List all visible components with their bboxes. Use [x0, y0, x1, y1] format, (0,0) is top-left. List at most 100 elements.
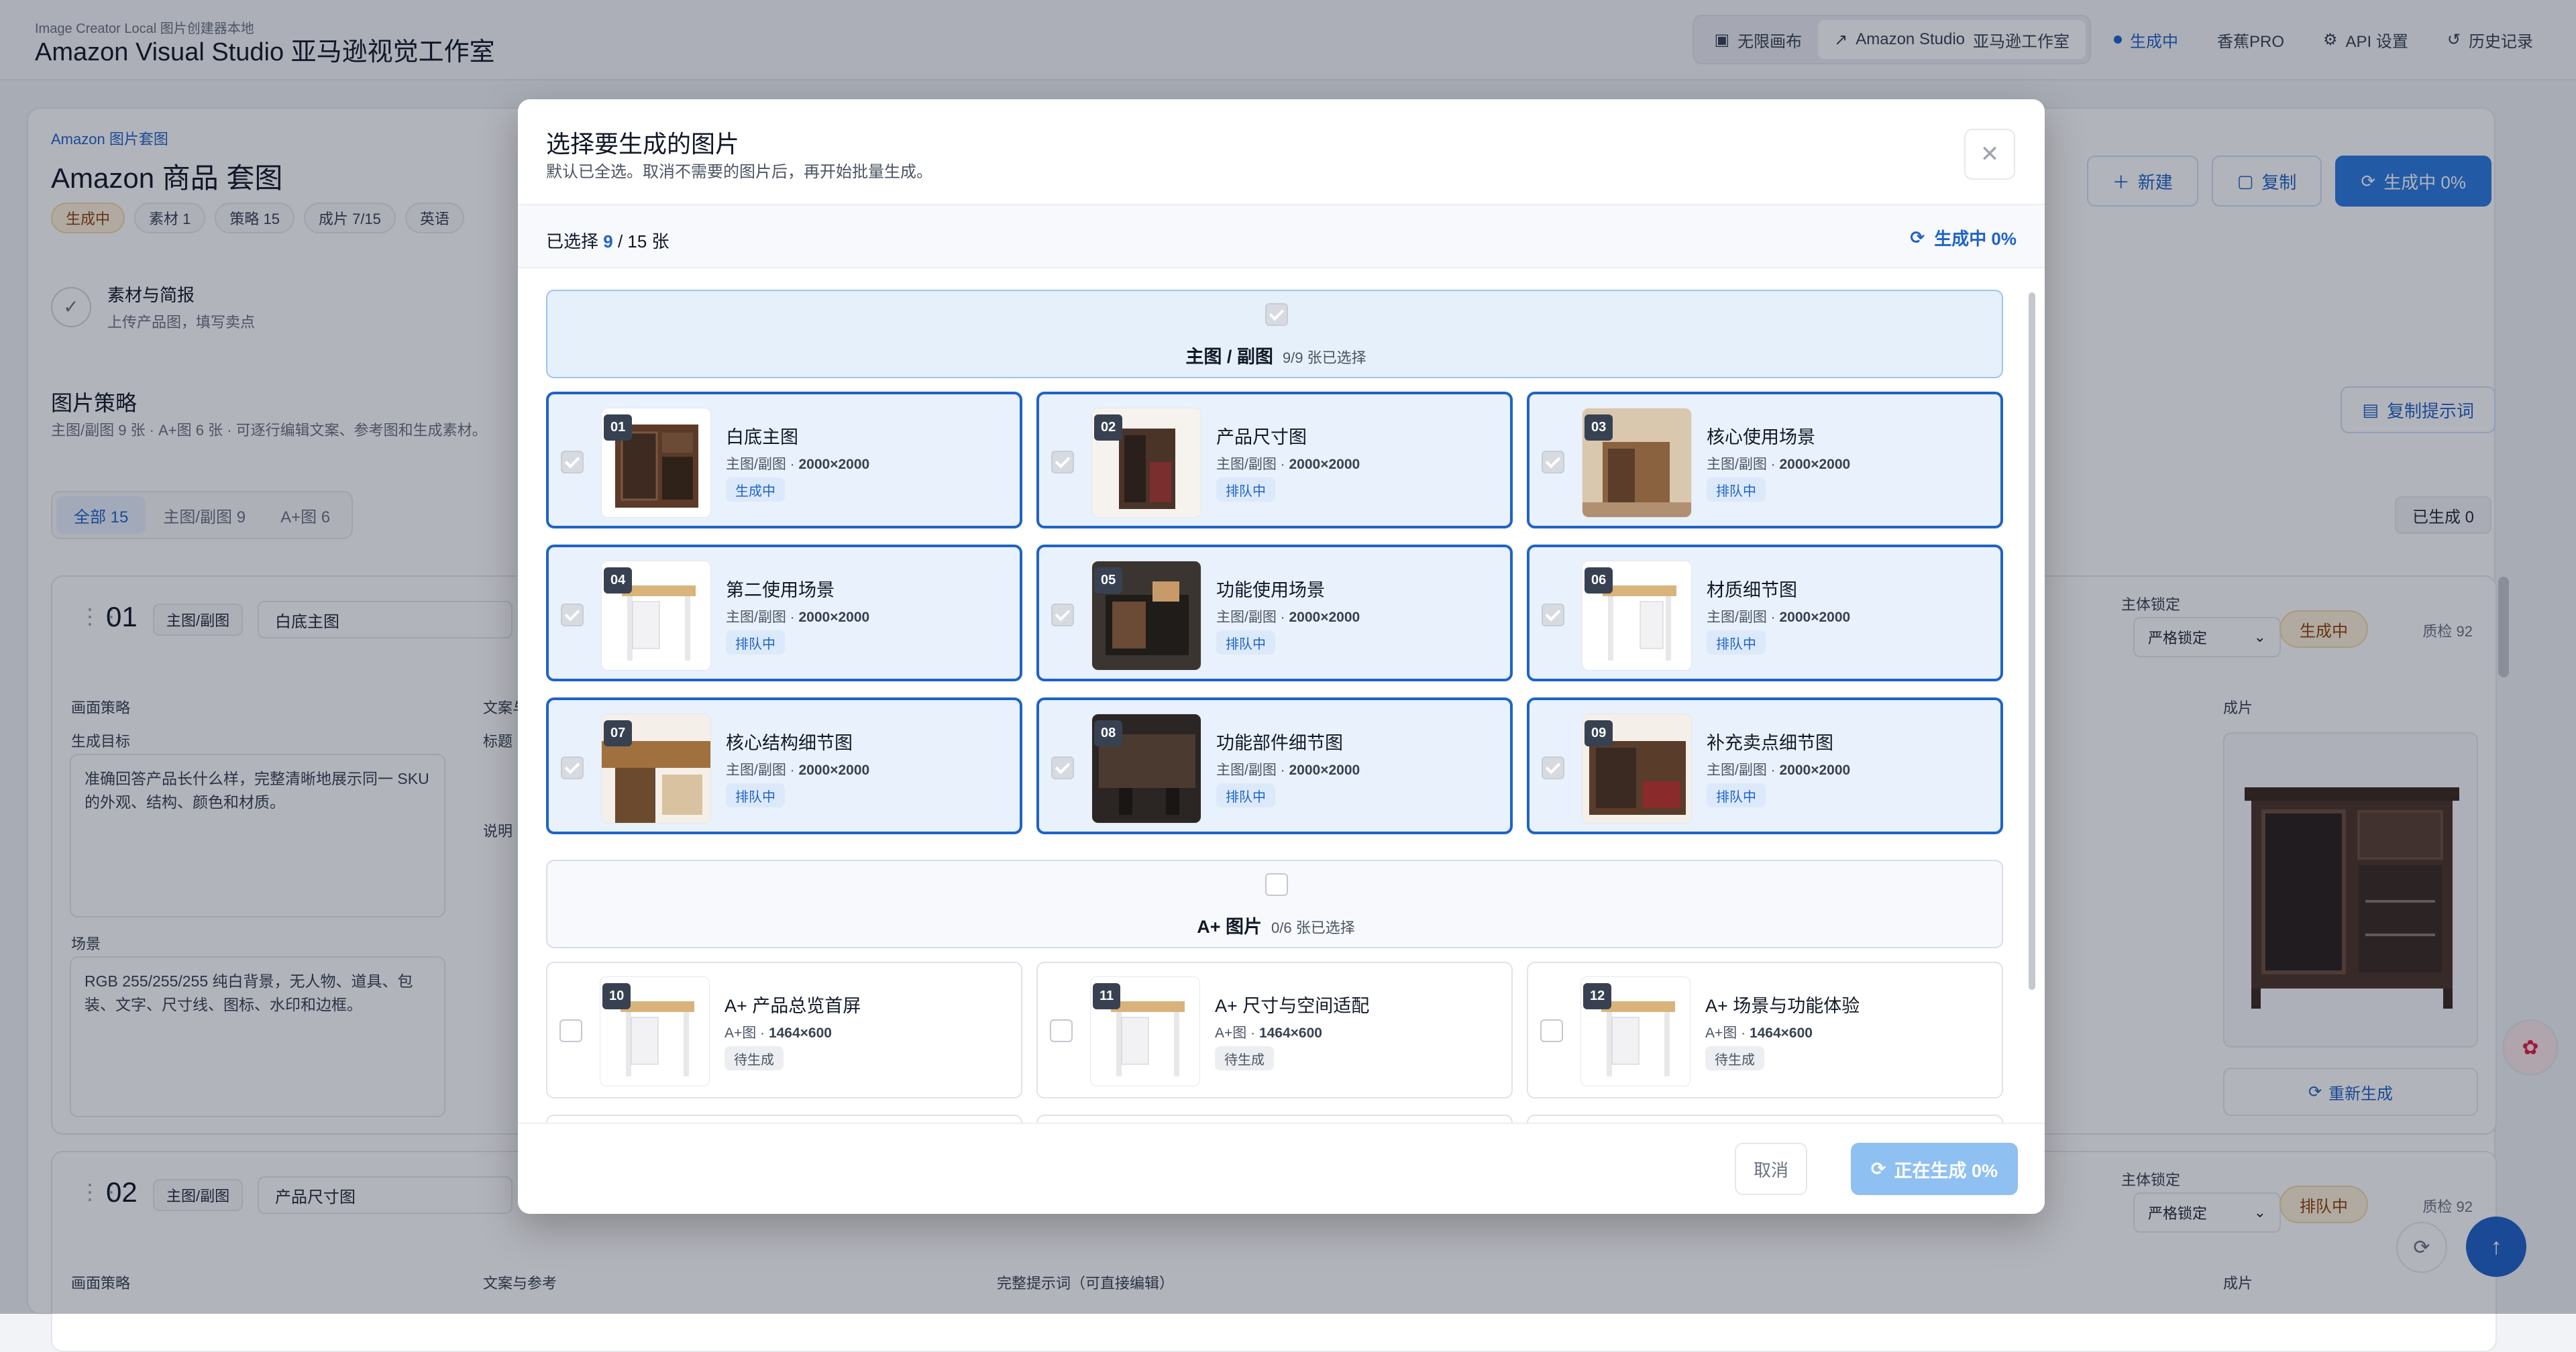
- image-item-05[interactable]: 05 功能使用场景 主图/副图 · 2000×2000 排队中: [1036, 545, 1513, 681]
- image-item-12[interactable]: 12 A+ 场景与功能体验 A+图 · 1464×600 待生成: [1527, 962, 2003, 1098]
- item-status-badge: 待生成: [1705, 1046, 1764, 1070]
- image-item-06[interactable]: 06 材质细节图 主图/副图 · 2000×2000 排队中: [1527, 545, 2003, 681]
- start-generation-label: 正在生成 0%: [1894, 1160, 1998, 1181]
- group-aplus-count: 0/6 张已选择: [1271, 919, 1355, 936]
- item-name: A+ 产品总览首屏: [724, 996, 861, 1016]
- dialog-body: 主图 / 副图 9/9 张已选择 01 白底主图 主图/副图 · 2000×200…: [546, 290, 2006, 1214]
- image-item-01[interactable]: 01 白底主图 主图/副图 · 2000×2000 生成中: [546, 392, 1022, 528]
- item-number: 11: [1093, 983, 1121, 1009]
- item-checkbox[interactable]: [1542, 604, 1564, 626]
- dialog-scrollbar[interactable]: [2029, 279, 2035, 1214]
- item-checkbox[interactable]: [561, 604, 584, 626]
- item-meta-type: 主图/副图 ·: [726, 763, 799, 778]
- item-status-badge: 排队中: [1707, 783, 1766, 807]
- item-meta: 主图/副图 · 2000×2000: [726, 759, 869, 779]
- item-checkbox[interactable]: [1542, 451, 1564, 473]
- item-number: 04: [604, 567, 633, 594]
- item-status-badge: 排队中: [726, 630, 785, 655]
- item-status-badge: 排队中: [1216, 783, 1275, 807]
- item-status-badge: 待生成: [724, 1046, 784, 1070]
- item-checkbox[interactable]: [1050, 1019, 1073, 1042]
- item-status-badge: 排队中: [1707, 477, 1766, 502]
- item-checkbox[interactable]: [561, 756, 584, 779]
- item-checkbox[interactable]: [1542, 756, 1564, 779]
- selection-number: 9: [603, 231, 613, 251]
- image-item-03[interactable]: 03 核心使用场景 主图/副图 · 2000×2000 排队中: [1527, 392, 2003, 528]
- generation-progress: ⟳ 生成中 0%: [1910, 225, 2017, 250]
- refresh-icon: ⟳: [1910, 227, 1925, 247]
- item-meta: 主图/副图 · 2000×2000: [1707, 759, 1850, 779]
- item-meta-size: 2000×2000: [798, 610, 870, 625]
- item-number: 10: [602, 983, 631, 1009]
- image-item-07[interactable]: 07 核心结构细节图 主图/副图 · 2000×2000 排队中: [546, 697, 1022, 834]
- item-checkbox[interactable]: [1051, 604, 1074, 626]
- dialog-footer: 取消 ⟳ 正在生成 0%: [518, 1123, 2045, 1214]
- dialog-subtitle: 默认已全选。取消不需要的图片后，再开始批量生成。: [546, 163, 932, 181]
- refresh-icon: ⟳: [1870, 1158, 1886, 1179]
- selection-bar: 已选择 9 / 15 张 ⟳ 生成中 0%: [518, 204, 2045, 268]
- item-status-badge: 待生成: [1215, 1046, 1274, 1070]
- item-number: 06: [1585, 567, 1613, 594]
- cancel-button[interactable]: 取消: [1734, 1143, 1807, 1195]
- item-number: 12: [1583, 983, 1612, 1009]
- selection-total: / 15 张: [617, 231, 669, 251]
- item-status-badge: 排队中: [1216, 477, 1275, 502]
- item-meta: 主图/副图 · 2000×2000: [1707, 606, 1850, 626]
- group-aplus-header[interactable]: A+ 图片 0/6 张已选择: [546, 860, 2003, 948]
- item-meta-type: 主图/副图 ·: [1707, 610, 1780, 625]
- item-meta: 主图/副图 · 2000×2000: [1216, 759, 1360, 779]
- item-checkbox[interactable]: [559, 1019, 582, 1042]
- item-name: 核心结构细节图: [726, 733, 853, 753]
- item-meta-size: 1464×600: [1258, 1025, 1322, 1041]
- item-name: 功能部件细节图: [1216, 733, 1343, 753]
- group-aplus-title: A+ 图片: [1197, 917, 1263, 937]
- item-meta: 主图/副图 · 2000×2000: [1216, 453, 1360, 473]
- item-checkbox[interactable]: [1051, 451, 1074, 473]
- group-main-checkbox[interactable]: [1265, 303, 1288, 326]
- item-status-badge: 生成中: [726, 477, 785, 502]
- dialog-title: 选择要生成的图片: [546, 130, 740, 158]
- item-meta-type: A+图 ·: [724, 1025, 769, 1041]
- item-name: 材质细节图: [1707, 580, 1797, 600]
- image-item-10[interactable]: 10 A+ 产品总览首屏 A+图 · 1464×600 待生成: [546, 962, 1022, 1098]
- item-meta: 主图/副图 · 2000×2000: [1216, 606, 1360, 626]
- item-meta-size: 2000×2000: [1289, 610, 1360, 625]
- item-meta-size: 2000×2000: [798, 763, 870, 778]
- item-checkbox[interactable]: [561, 451, 584, 473]
- item-meta: 主图/副图 · 2000×2000: [1707, 453, 1850, 473]
- item-status-badge: 排队中: [1216, 630, 1275, 655]
- item-meta: 主图/副图 · 2000×2000: [726, 606, 869, 626]
- item-meta-size: 2000×2000: [1289, 763, 1360, 778]
- item-meta-type: A+图 ·: [1215, 1025, 1259, 1041]
- close-button[interactable]: ✕: [1964, 129, 2015, 180]
- item-meta-size: 2000×2000: [1779, 457, 1851, 472]
- item-meta-size: 1464×600: [768, 1025, 832, 1041]
- item-meta-size: 2000×2000: [1779, 610, 1851, 625]
- item-number: 02: [1094, 414, 1123, 441]
- item-checkbox[interactable]: [1051, 756, 1074, 779]
- start-generation-button[interactable]: ⟳ 正在生成 0%: [1850, 1143, 2018, 1195]
- item-number: 07: [604, 720, 633, 746]
- image-item-08[interactable]: 08 功能部件细节图 主图/副图 · 2000×2000 排队中: [1036, 697, 1513, 834]
- close-icon: ✕: [1980, 142, 2000, 167]
- item-meta: A+图 · 1464×600: [1705, 1022, 1813, 1042]
- item-name: 功能使用场景: [1216, 580, 1325, 600]
- item-meta-type: 主图/副图 ·: [1216, 763, 1289, 778]
- dialog-scrollbar-thumb[interactable]: [2029, 292, 2035, 990]
- image-item-02[interactable]: 02 产品尺寸图 主图/副图 · 2000×2000 排队中: [1036, 392, 1513, 528]
- item-status-badge: 排队中: [1707, 630, 1766, 655]
- group-aplus-checkbox[interactable]: [1265, 873, 1288, 896]
- image-item-11[interactable]: 11 A+ 尺寸与空间适配 A+图 · 1464×600 待生成: [1036, 962, 1513, 1098]
- item-meta: A+图 · 1464×600: [724, 1022, 832, 1042]
- item-checkbox[interactable]: [1540, 1019, 1563, 1042]
- item-name: 补充卖点细节图: [1707, 733, 1833, 753]
- group-main-header[interactable]: 主图 / 副图 9/9 张已选择: [546, 290, 2003, 378]
- item-meta-size: 2000×2000: [798, 457, 870, 472]
- selection-count: 已选择 9 / 15 张: [546, 228, 669, 253]
- item-number: 01: [604, 414, 633, 441]
- item-meta-size: 2000×2000: [1779, 763, 1851, 778]
- generation-progress-label: 生成中 0%: [1934, 229, 2017, 249]
- image-item-09[interactable]: 09 补充卖点细节图 主图/副图 · 2000×2000 排队中: [1527, 697, 2003, 834]
- image-item-04[interactable]: 04 第二使用场景 主图/副图 · 2000×2000 排队中: [546, 545, 1022, 681]
- item-meta-type: 主图/副图 ·: [1707, 763, 1780, 778]
